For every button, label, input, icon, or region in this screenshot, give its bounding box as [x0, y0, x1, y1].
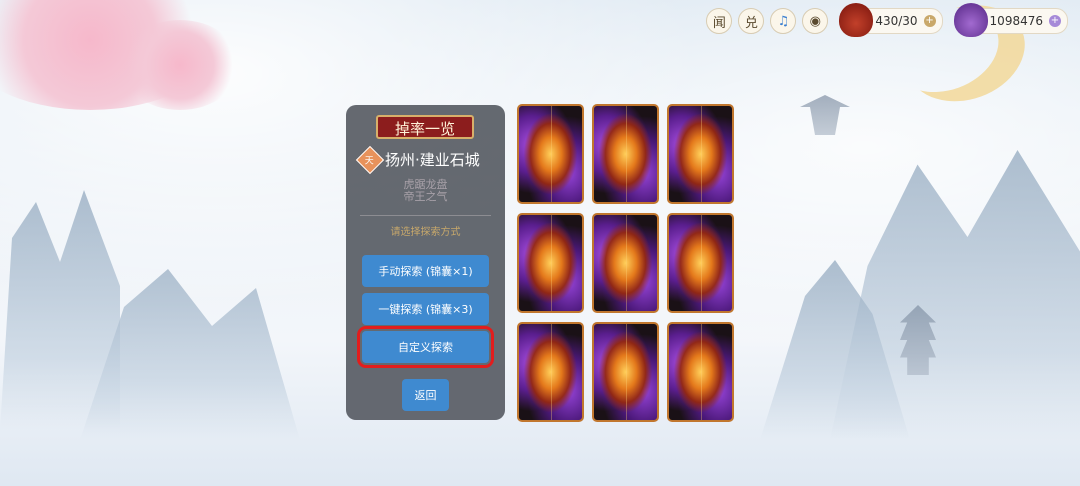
- divider: [360, 215, 491, 216]
- top-bar: 闻 兑 ♫ ◉ 430/30 + 1098476 +: [706, 3, 1068, 37]
- cherry-blossom: [120, 20, 240, 110]
- card-back[interactable]: [517, 104, 584, 204]
- slogan-line-2: 帝王之气: [403, 190, 448, 203]
- manual-explore-button[interactable]: 手动探索 (锦囊×1): [362, 255, 489, 287]
- exchange-button[interactable]: 兑: [738, 8, 765, 34]
- add-icon[interactable]: +: [1049, 15, 1061, 27]
- music-icon[interactable]: ♫: [770, 8, 797, 34]
- card-back[interactable]: [517, 322, 584, 422]
- red-pouch-icon: [839, 3, 874, 37]
- location-badge-text: 天: [365, 155, 375, 166]
- card-back[interactable]: [592, 213, 659, 313]
- wen-button[interactable]: 闻: [706, 8, 733, 34]
- eye-icon[interactable]: ◉: [802, 8, 829, 34]
- explore-panel: 掉率一览 天 扬州·建业石城 虎踞龙盘 帝王之气 请选择探索方式 手动探索 (锦…: [346, 105, 505, 420]
- panel-title[interactable]: 掉率一览: [376, 115, 474, 139]
- hint-text: 请选择探索方式: [390, 227, 461, 238]
- custom-explore-button[interactable]: 自定义探索: [357, 326, 494, 368]
- card-back[interactable]: [667, 213, 734, 313]
- location: 天 扬州·建业石城: [355, 145, 480, 174]
- one-click-explore-button[interactable]: 一键探索 (锦囊×3): [362, 293, 489, 325]
- card-back[interactable]: [592, 322, 659, 422]
- currency-value: 430/30: [875, 14, 918, 28]
- card-grid: [517, 104, 734, 422]
- currency-pouch-red: 430/30 +: [839, 3, 943, 37]
- location-badge-icon: 天: [355, 145, 385, 174]
- back-button[interactable]: 返回: [402, 379, 449, 411]
- currency-pouch-purple: 1098476 +: [953, 3, 1068, 37]
- card-back[interactable]: [592, 104, 659, 204]
- card-back[interactable]: [667, 104, 734, 204]
- location-name: 扬州·建业石城: [385, 151, 480, 169]
- floating-island: [800, 95, 850, 135]
- purple-pouch-icon: [953, 3, 988, 37]
- currency-value: 1098476: [989, 14, 1043, 28]
- card-back[interactable]: [517, 213, 584, 313]
- add-icon[interactable]: +: [923, 15, 936, 27]
- card-back[interactable]: [667, 322, 734, 422]
